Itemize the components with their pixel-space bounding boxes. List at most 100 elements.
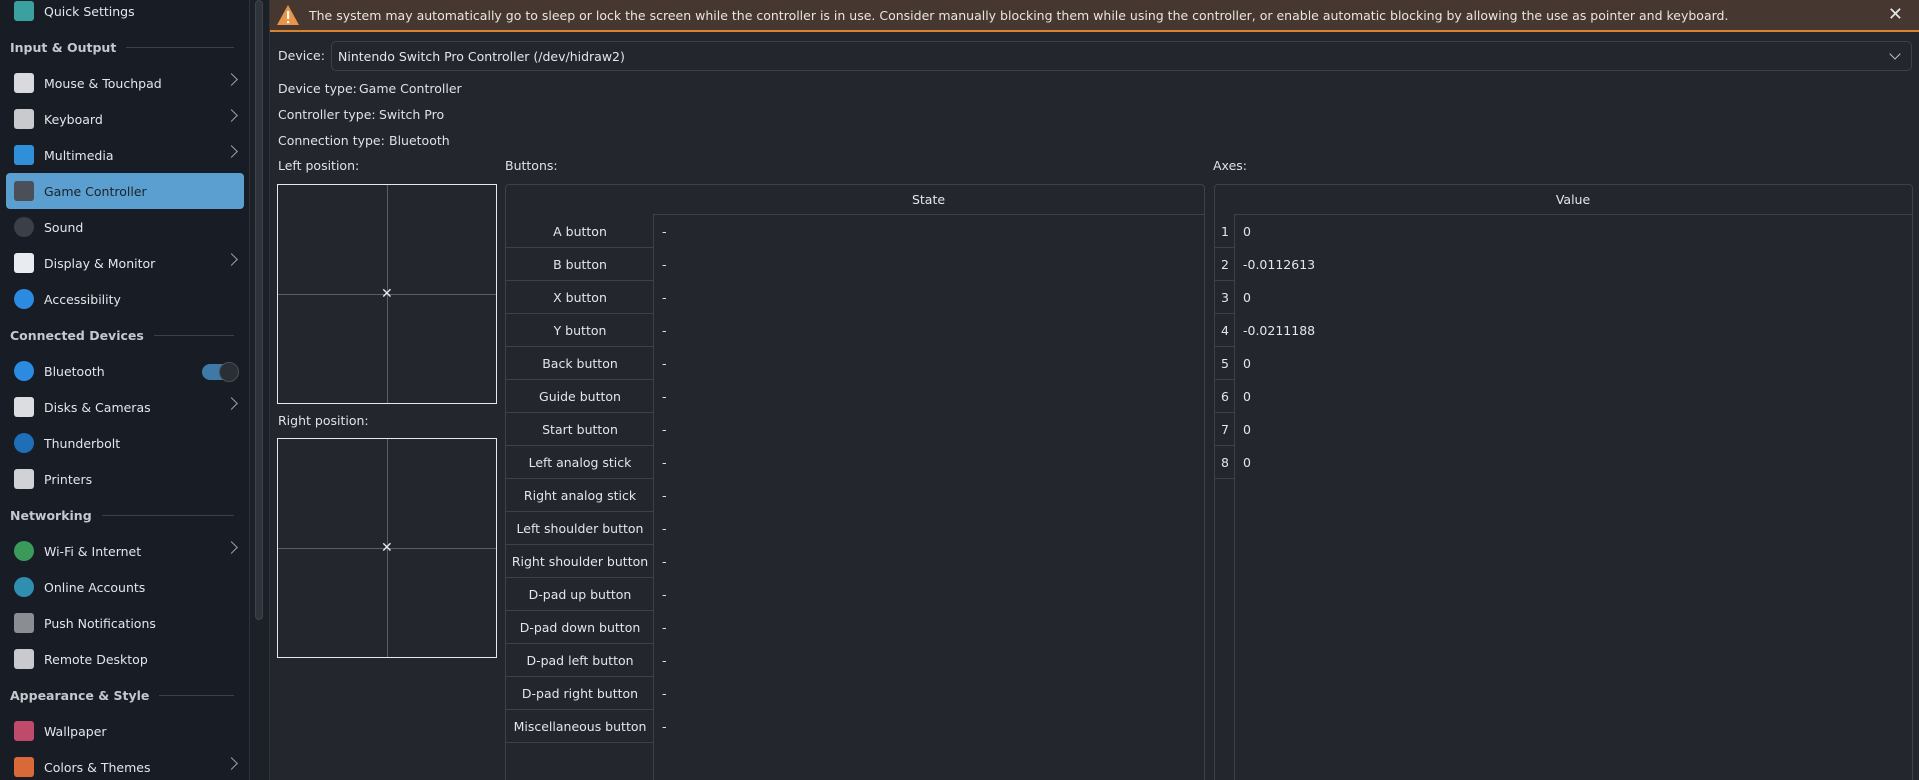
section-header-networking: Networking: [0, 497, 249, 533]
sidebar-item-remote-desktop[interactable]: Remote Desktop: [6, 641, 244, 677]
button-state-cell: -: [662, 257, 667, 272]
axes-table: Value 12345678 0 -0.0112613 0 -0.0211188 0 0 0…: [1214, 184, 1913, 780]
section-header-input-output: Input & Output: [0, 29, 249, 65]
section-header-label: Input & Output: [10, 39, 117, 55]
game-controller-page: The system may automatically go to sleep…: [270, 0, 1919, 780]
chevron-right-icon: [225, 397, 238, 410]
device-select[interactable]: Nintendo Switch Pro Controller (/dev/hid…: [331, 41, 1912, 71]
button-row-header: Right analog stick: [506, 479, 654, 512]
connection-type-label: Connection type:: [278, 133, 385, 148]
sidebar-item-label: Multimedia: [44, 147, 114, 163]
remote-desktop-icon: [14, 649, 34, 669]
sidebar-item-colors-themes[interactable]: Colors & Themes: [6, 749, 244, 780]
sidebar-scrollbar[interactable]: [250, 0, 270, 780]
sidebar-item-push-notifications[interactable]: Push Notifications: [6, 605, 244, 641]
sidebar-item-label: Keyboard: [44, 111, 103, 127]
right-stick-position: ✕: [277, 438, 497, 658]
sidebar-item-label: Wi-Fi & Internet: [44, 543, 142, 559]
disk-icon: [14, 397, 34, 417]
axis-row-number: 2: [1215, 248, 1235, 281]
thunderbolt-icon: [14, 433, 34, 453]
button-row-header: D-pad left button: [506, 644, 654, 677]
sidebar-item-disks-cameras[interactable]: Disks & Cameras: [6, 389, 244, 425]
sidebar-item-quick-settings[interactable]: Quick Settings: [6, 0, 244, 29]
button-state-cell: -: [662, 620, 667, 635]
button-row-header: Left analog stick: [506, 446, 654, 479]
sidebar-item-online-accounts[interactable]: Online Accounts: [6, 569, 244, 605]
close-icon[interactable]: ✕: [1888, 4, 1903, 25]
sidebar-item-label: Accessibility: [44, 291, 121, 307]
axis-value-cell: -0.0112613: [1243, 257, 1316, 272]
button-row-header: Guide button: [506, 380, 654, 413]
sidebar-item-printers[interactable]: Printers: [6, 461, 244, 497]
button-state-cell: -: [662, 554, 667, 569]
chevron-down-icon: [1889, 48, 1901, 60]
display-icon: [14, 253, 34, 273]
game-controller-icon: [14, 181, 34, 201]
value-column-header[interactable]: Value: [1234, 185, 1912, 215]
connection-type-value: Bluetooth: [389, 133, 450, 148]
axis-row-number: 8: [1215, 446, 1235, 479]
sidebar-item-accessibility[interactable]: Accessibility: [6, 281, 244, 317]
button-state-cell: -: [662, 488, 667, 503]
sidebar-item-label: Game Controller: [44, 183, 147, 199]
push-notifications-icon: [14, 613, 34, 633]
scrollbar-thumb[interactable]: [255, 0, 263, 620]
sidebar: Quick Settings Input & Output Mouse & Touc…: [0, 0, 250, 780]
axis-row-number: 1: [1215, 215, 1235, 248]
divider: [159, 694, 234, 696]
sidebar-item-label: Online Accounts: [44, 579, 146, 595]
button-state-cell: -: [662, 290, 667, 305]
axes-label: Axes:: [1213, 158, 1247, 173]
axis-row-number: 6: [1215, 380, 1235, 413]
sidebar-list: Quick Settings Input & Output Mouse & Touc…: [0, 0, 249, 780]
accessibility-icon: [14, 289, 34, 309]
sidebar-item-label: Push Notifications: [44, 615, 156, 631]
sidebar-item-multimedia[interactable]: Multimedia: [6, 137, 244, 173]
printer-icon: [14, 469, 34, 489]
warning-icon: [276, 4, 300, 26]
device-label: Device:: [278, 48, 325, 63]
chevron-right-icon: [225, 757, 238, 770]
buttons-label: Buttons:: [505, 158, 558, 173]
state-column-header[interactable]: State: [653, 185, 1204, 215]
sidebar-item-label: Printers: [44, 471, 93, 487]
button-row-header: D-pad right button: [506, 677, 654, 710]
sidebar-item-bluetooth[interactable]: Bluetooth: [6, 353, 244, 389]
button-row-header: D-pad up button: [506, 578, 654, 611]
axis-value-cell: -0.0211188: [1243, 323, 1316, 338]
button-row-header: Left shoulder button: [506, 512, 654, 545]
button-state-cell: -: [662, 455, 667, 470]
sidebar-item-label: Bluetooth: [44, 363, 105, 379]
bluetooth-toggle[interactable]: [202, 362, 239, 382]
chevron-right-icon: [225, 109, 238, 122]
sidebar-item-sound[interactable]: Sound: [6, 209, 244, 245]
colors-icon: [14, 757, 34, 777]
sidebar-item-label: Quick Settings: [44, 3, 135, 19]
sidebar-item-thunderbolt[interactable]: Thunderbolt: [6, 425, 244, 461]
sidebar-item-label: Mouse & Touchpad: [44, 75, 162, 91]
sidebar-item-wallpaper[interactable]: Wallpaper: [6, 713, 244, 749]
quick-settings-icon: [14, 1, 34, 21]
sidebar-item-keyboard[interactable]: Keyboard: [6, 101, 244, 137]
axis-value-cell: 0: [1243, 290, 1251, 305]
warning-text: The system may automatically go to sleep…: [309, 7, 1729, 23]
left-stick-position: ✕: [277, 184, 497, 404]
sidebar-item-display-monitor[interactable]: Display & Monitor: [6, 245, 244, 281]
device-select-value: Nintendo Switch Pro Controller (/dev/hid…: [338, 48, 625, 64]
sidebar-item-mouse-touchpad[interactable]: Mouse & Touchpad: [6, 65, 244, 101]
button-row-header: Y button: [506, 314, 654, 347]
section-header-label: Connected Devices: [10, 327, 144, 343]
sidebar-item-game-controller[interactable]: Game Controller: [6, 173, 244, 209]
sidebar-item-label: Colors & Themes: [44, 759, 151, 775]
button-state-cell: -: [662, 587, 667, 602]
axis-value-cell: 0: [1243, 356, 1251, 371]
button-row-header: D-pad down button: [506, 611, 654, 644]
left-stick-marker: ✕: [381, 286, 393, 302]
sidebar-item-wi-fi-internet[interactable]: Wi-Fi & Internet: [6, 533, 244, 569]
chevron-right-icon: [225, 73, 238, 86]
button-state-cell: -: [662, 224, 667, 239]
sidebar-item-label: Wallpaper: [44, 723, 107, 739]
chevron-right-icon: [225, 145, 238, 158]
axis-value-cell: 0: [1243, 422, 1251, 437]
